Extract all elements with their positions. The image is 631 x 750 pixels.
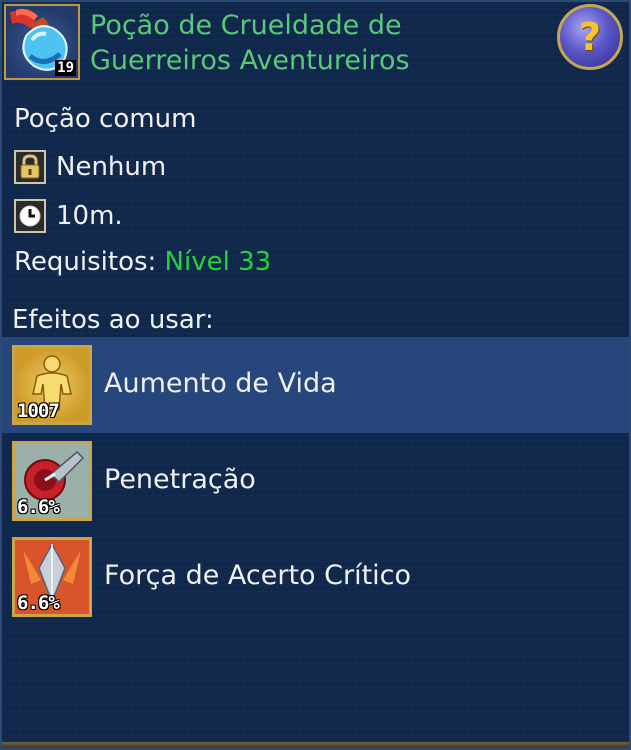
binding-row: Nenhum bbox=[14, 150, 166, 184]
effect-value: 6.6% bbox=[17, 592, 60, 614]
effect-label: Força de Acerto Crítico bbox=[104, 560, 412, 591]
effect-row-critical-strength[interactable]: 6.6% Força de Acerto Crítico bbox=[2, 529, 629, 625]
potion-icon[interactable]: 19 bbox=[4, 4, 80, 80]
item-stack-count: 19 bbox=[55, 60, 76, 76]
lock-icon bbox=[14, 150, 46, 184]
requirements-value: Nível 33 bbox=[164, 247, 272, 277]
effect-row-penetration[interactable]: 6.6% Penetração bbox=[2, 433, 629, 529]
effect-label: Penetração bbox=[104, 464, 256, 495]
item-tooltip-panel: 19 Poção de Crueldade de Guerreiros Aven… bbox=[0, 0, 631, 750]
binding-value: Nenhum bbox=[56, 152, 167, 182]
requirements-label: Requisitos: bbox=[14, 247, 157, 277]
effect-value: 6.6% bbox=[17, 496, 60, 518]
item-title: Poção de Crueldade de Guerreiros Aventur… bbox=[90, 10, 410, 76]
effect-value: 1007 bbox=[17, 400, 60, 422]
effects-heading: Efeitos ao usar: bbox=[12, 305, 214, 335]
effect-label: Aumento de Vida bbox=[104, 368, 337, 399]
duration-row: 10m. bbox=[14, 199, 123, 233]
question-mark-icon: ? bbox=[578, 15, 602, 59]
clock-icon bbox=[14, 199, 46, 233]
requirements-row: Requisitos: Nível 33 bbox=[14, 246, 271, 278]
vitality-figure-icon: 1007 bbox=[12, 345, 92, 425]
bottom-border bbox=[2, 742, 629, 748]
duration-value: 10m. bbox=[56, 201, 123, 231]
help-button[interactable]: ? bbox=[557, 4, 623, 70]
item-type: Poção comum bbox=[14, 104, 197, 134]
effect-row-vitality[interactable]: 1007 Aumento de Vida bbox=[2, 337, 629, 433]
crystal-critical-icon: 6.6% bbox=[12, 537, 92, 617]
penetration-icon: 6.6% bbox=[12, 441, 92, 521]
